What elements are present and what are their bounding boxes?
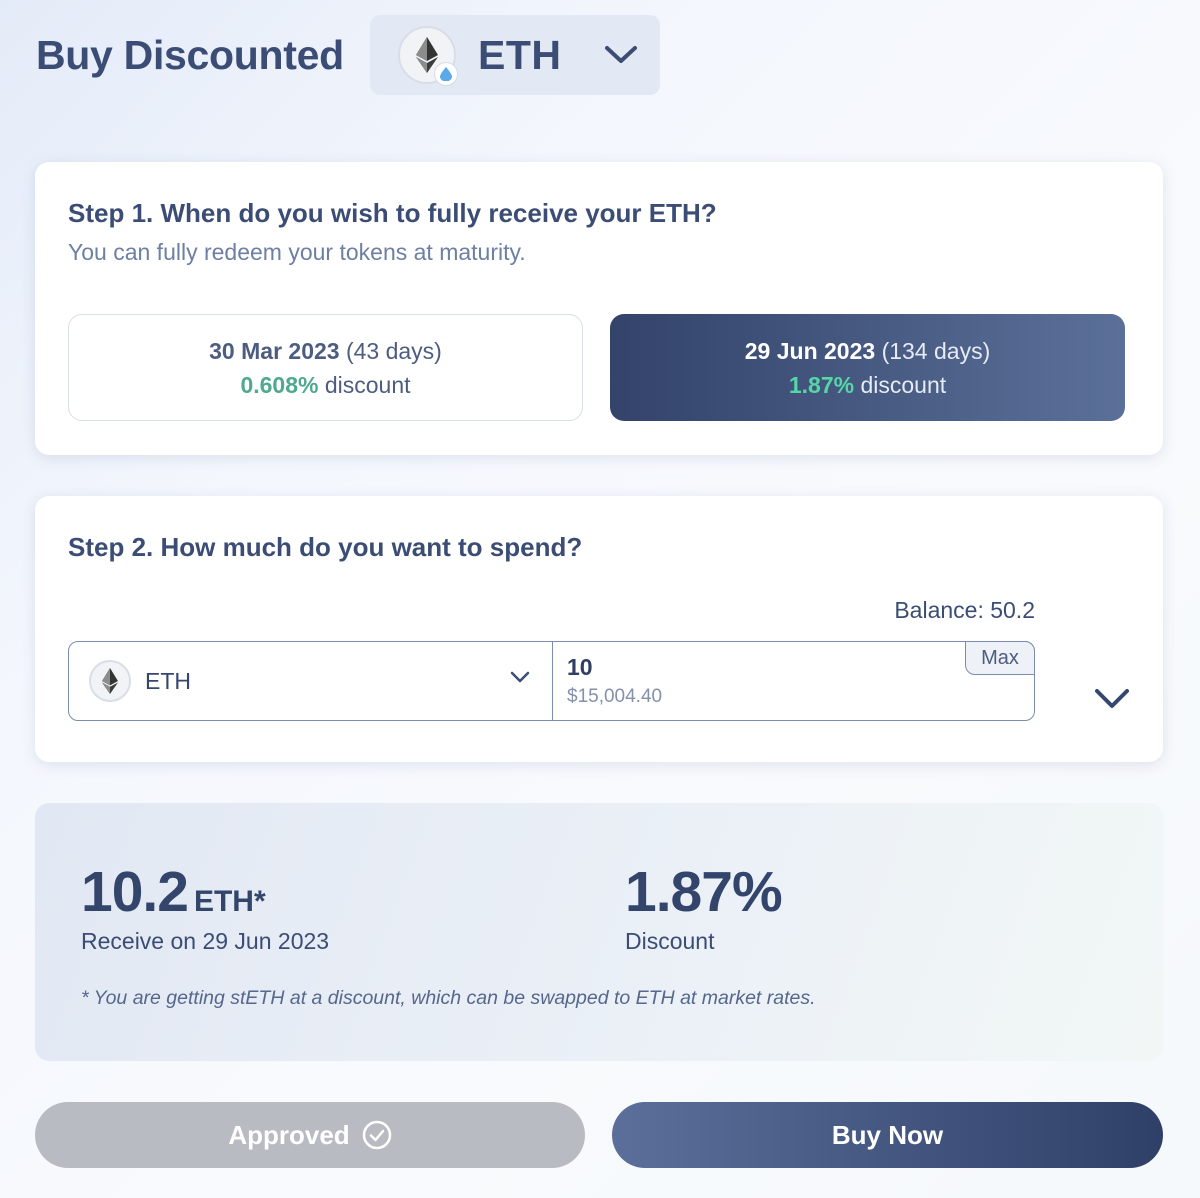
water-drop-icon	[434, 62, 458, 86]
receive-amount: 10.2 ETH*	[81, 859, 266, 925]
eth-icon	[89, 660, 131, 702]
asset-selector[interactable]: ETH	[370, 15, 660, 95]
receive-amount-value: 10.2	[81, 860, 189, 924]
amount-input[interactable]	[567, 654, 947, 681]
option-date: 30 Mar 2023	[209, 337, 340, 364]
option-line-2: 0.608% discount	[240, 368, 410, 402]
step2-title: Step 2. How much do you want to spend?	[68, 532, 583, 562]
page-title: Buy Discounted	[36, 31, 344, 78]
header: Buy Discounted	[36, 14, 344, 96]
option-discount: 0.608%	[240, 371, 319, 398]
maturity-option-mar-2023[interactable]: 30 Mar 2023 (43 days) 0.608% discount	[68, 314, 583, 421]
option-line-1: 29 Jun 2023 (134 days)	[745, 334, 990, 368]
chevron-down-icon	[604, 45, 638, 65]
step1-card: Step 1. When do you wish to fully receiv…	[35, 162, 1163, 455]
maturity-option-jun-2023[interactable]: 29 Jun 2023 (134 days) 1.87% discount	[610, 314, 1125, 421]
amount-input-group: ETH $15,004.40 Max	[68, 641, 1035, 721]
step1-title: Step 1. When do you wish to fully receiv…	[68, 198, 717, 228]
option-discount: 1.87%	[788, 371, 855, 398]
option-line-2: 1.87% discount	[789, 368, 946, 402]
expand-chevron-icon[interactable]	[1094, 688, 1130, 715]
usd-value: $15,004.40	[567, 686, 663, 707]
asset-label: ETH	[478, 31, 562, 78]
buy-now-button[interactable]: Buy Now	[612, 1102, 1163, 1168]
chevron-down-icon	[510, 670, 530, 688]
option-discount-label: discount	[860, 371, 947, 398]
receive-label: Receive on 29 Jun 2023	[81, 928, 330, 954]
footnote: * You are getting stETH at a discount, w…	[81, 987, 816, 1009]
eth-icon	[398, 26, 458, 86]
approved-label: Approved	[228, 1119, 350, 1150]
approved-button[interactable]: Approved	[35, 1102, 585, 1168]
receive-unit: ETH*	[193, 885, 266, 918]
option-days: (134 days)	[881, 337, 991, 364]
discount-value: 1.87%	[625, 860, 783, 924]
token-select[interactable]: ETH	[69, 642, 553, 720]
step1-subtitle: You can fully redeem your tokens at matu…	[68, 239, 526, 265]
summary-panel: 10.2 ETH* Receive on 29 Jun 2023 1.87% Di…	[35, 803, 1163, 1061]
option-date: 29 Jun 2023	[744, 337, 876, 364]
check-circle-icon	[362, 1120, 392, 1150]
option-days: (43 days)	[345, 337, 442, 364]
discount-label: Discount	[625, 928, 715, 954]
step2-card: Step 2. How much do you want to spend? B…	[35, 496, 1163, 762]
amount-field: $15,004.40 Max	[553, 641, 1035, 720]
option-discount-label: discount	[324, 371, 411, 398]
balance-text: Balance: 50.2	[894, 597, 1035, 623]
token-label: ETH	[145, 667, 191, 694]
option-line-1: 30 Mar 2023 (43 days)	[209, 334, 442, 368]
max-button[interactable]: Max	[965, 641, 1035, 675]
